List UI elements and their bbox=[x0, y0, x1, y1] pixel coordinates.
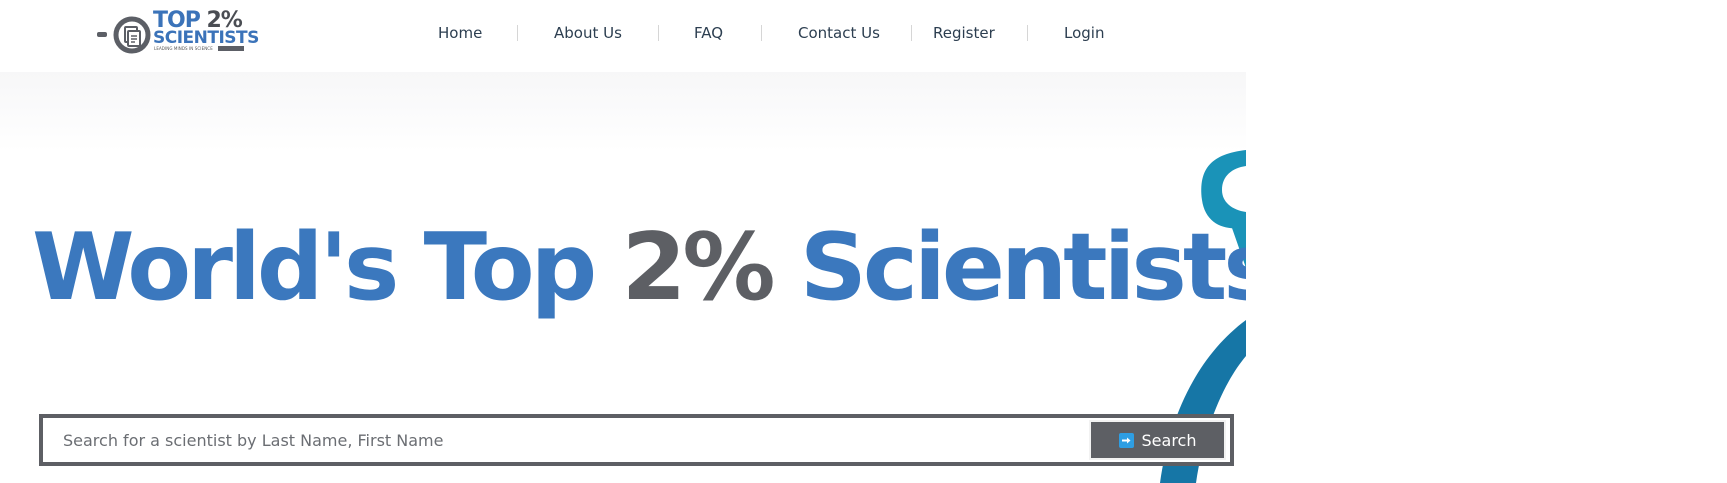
nav-divider bbox=[911, 25, 912, 41]
site-logo[interactable]: TOP 2% SCIENTISTS LEADING MINDS IN SCIEN… bbox=[96, 9, 259, 55]
search-bar: Search bbox=[39, 414, 1234, 466]
nav-divider bbox=[1027, 25, 1028, 41]
hero-title: World's Top 2% Scientists bbox=[32, 213, 1246, 321]
page: TOP 2% SCIENTISTS LEADING MINDS IN SCIEN… bbox=[0, 0, 1727, 483]
site-header: TOP 2% SCIENTISTS LEADING MINDS IN SCIEN… bbox=[0, 0, 1246, 72]
logo-text-scientists: SCIENTISTS bbox=[153, 28, 259, 48]
nav-about-us[interactable]: About Us bbox=[554, 19, 622, 47]
nav-divider bbox=[658, 25, 659, 41]
arrow-right-icon bbox=[1118, 432, 1134, 448]
nav-divider bbox=[761, 25, 762, 41]
search-input[interactable] bbox=[43, 418, 1093, 462]
nav-login[interactable]: Login bbox=[1064, 19, 1104, 47]
logo-tagline: LEADING MINDS IN SCIENCE bbox=[154, 46, 213, 51]
magnifier-document-icon bbox=[97, 16, 151, 54]
search-button[interactable]: Search bbox=[1089, 420, 1226, 460]
nav-divider bbox=[517, 25, 518, 41]
nav-contact-us[interactable]: Contact Us bbox=[798, 19, 880, 47]
nav-faq[interactable]: FAQ bbox=[694, 19, 723, 47]
logo-bar bbox=[218, 46, 244, 51]
search-button-label: Search bbox=[1141, 430, 1197, 450]
nav-home[interactable]: Home bbox=[438, 19, 482, 47]
nav-register[interactable]: Register bbox=[933, 19, 995, 47]
